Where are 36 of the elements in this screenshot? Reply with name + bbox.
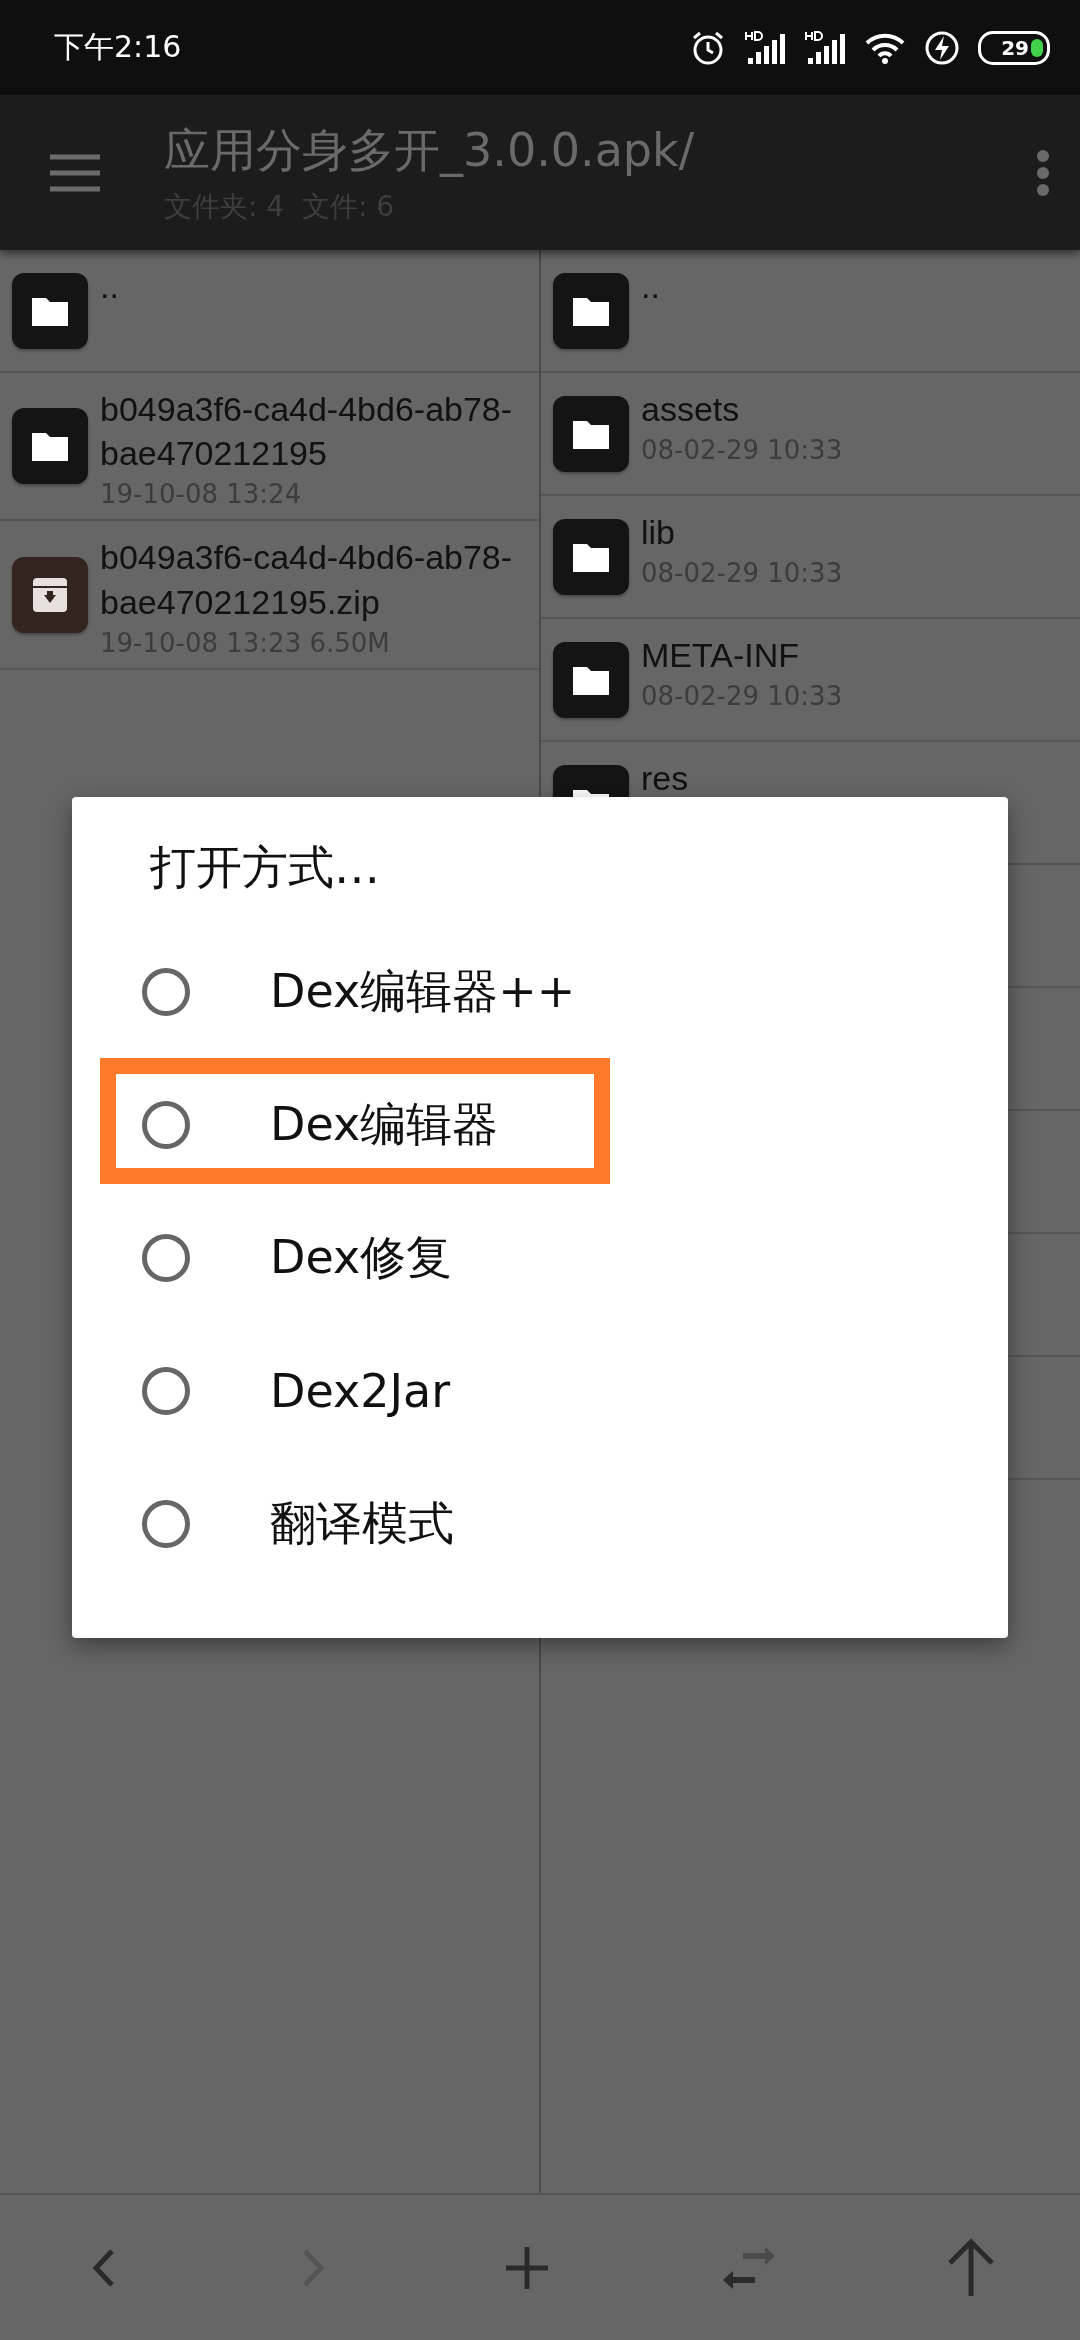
option-label[interactable]: Dex编辑器: [270, 1093, 499, 1156]
more-options-icon[interactable]: [1036, 148, 1050, 197]
radio-button[interactable]: [142, 1366, 190, 1415]
radio-button[interactable]: [142, 967, 190, 1016]
folder-tile[interactable]: [553, 272, 629, 349]
folder-tile[interactable]: [12, 408, 88, 485]
file-name[interactable]: b049a3f6-ca4d-4bd6-ab78-bae470212195.zip: [100, 535, 527, 624]
battery-indicator: 29: [978, 30, 1050, 65]
file-name[interactable]: lib: [641, 510, 843, 555]
file-name[interactable]: ..: [641, 264, 660, 309]
option-label[interactable]: 翻译模式: [270, 1492, 454, 1555]
dialog-title: 打开方式…: [150, 839, 380, 896]
signal-icon: [744, 29, 786, 66]
folder-tile[interactable]: [12, 272, 88, 349]
radio-button[interactable]: [142, 1233, 190, 1282]
menu-icon[interactable]: [48, 152, 102, 193]
folder-tile[interactable]: [553, 518, 629, 595]
radio-button[interactable]: [142, 1100, 190, 1149]
charging-icon: [924, 29, 960, 66]
radio-button[interactable]: [142, 1499, 190, 1548]
file-name[interactable]: META-INF: [641, 633, 843, 678]
file-name[interactable]: b049a3f6-ca4d-4bd6-ab78-bae470212195: [100, 387, 527, 476]
path-title: 应用分身多开_3.0.0.apk/: [164, 121, 696, 179]
status-time: 下午2:16: [54, 28, 182, 66]
file-name[interactable]: assets: [641, 387, 843, 432]
option-label[interactable]: Dex修复: [270, 1226, 453, 1289]
alarm-icon: [690, 29, 726, 66]
folder-tile[interactable]: [553, 395, 629, 472]
archive-tile[interactable]: [12, 556, 88, 633]
file-name[interactable]: ..: [100, 264, 119, 309]
signal-icon: [804, 29, 846, 66]
wifi-icon: [864, 31, 906, 64]
option-label[interactable]: Dex2Jar: [270, 1363, 451, 1418]
option-label[interactable]: Dex编辑器++: [270, 960, 576, 1023]
file-name[interactable]: res: [641, 756, 689, 801]
folder-tile[interactable]: [553, 641, 629, 718]
